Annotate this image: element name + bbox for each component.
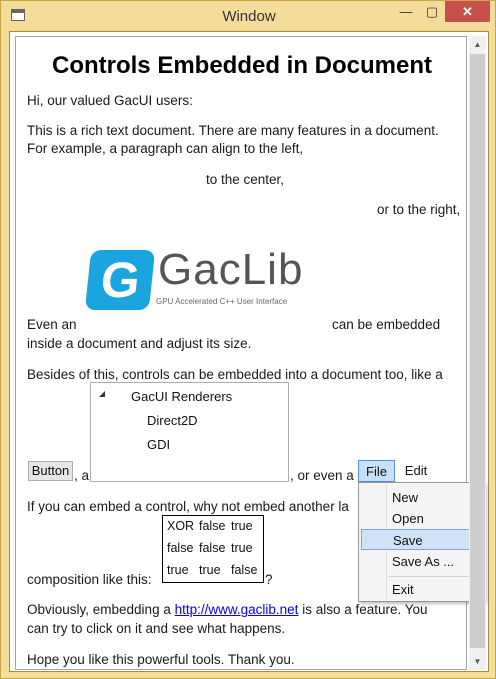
paragraph-text: Obviously, embedding a http://www.gaclib… bbox=[27, 601, 428, 619]
paragraph-text: ? bbox=[265, 572, 273, 587]
menu-file[interactable]: File bbox=[358, 460, 395, 482]
client-area: Controls Embedded in Document Hi, our va… bbox=[9, 31, 489, 672]
tree-node[interactable]: GDI bbox=[147, 437, 170, 452]
paragraph-text: For example, a paragraph can align to th… bbox=[27, 141, 304, 156]
right-aligned-text: or to the right, bbox=[377, 202, 461, 217]
title-bar[interactable]: Window — ▢ ✕ bbox=[1, 1, 496, 31]
table-cell: true bbox=[199, 563, 221, 577]
logo-letter: G bbox=[98, 252, 143, 308]
scroll-up-icon[interactable]: ▲ bbox=[469, 36, 486, 53]
menu-item-exit[interactable]: Exit bbox=[361, 579, 482, 600]
tree-view[interactable]: GacUI Renderers Direct2D GDI bbox=[90, 382, 289, 482]
link-prefix: Obviously, embedding a bbox=[27, 602, 171, 617]
embedded-button[interactable]: Button bbox=[28, 461, 73, 481]
scroll-down-icon[interactable]: ▼ bbox=[469, 653, 486, 670]
menu-item-open[interactable]: Open bbox=[361, 508, 482, 529]
table-cell: true bbox=[167, 563, 189, 577]
paragraph-text: Even an bbox=[27, 317, 77, 332]
paragraph-text: If you can embed a control, why not embe… bbox=[27, 499, 349, 514]
table-cell: false bbox=[231, 563, 258, 577]
logo-name: GacLib bbox=[158, 245, 304, 294]
document-heading: Controls Embedded in Document bbox=[51, 52, 432, 79]
link-suffix: is also a feature. You bbox=[302, 602, 428, 617]
closing-text: Hope you like this powerful tools. Thank… bbox=[27, 652, 295, 667]
window-frame: Window — ▢ ✕ Controls Embedded in Docume… bbox=[0, 0, 496, 679]
paragraph-text: can try to click on it and see what happ… bbox=[27, 621, 286, 636]
tree-node[interactable]: Direct2D bbox=[147, 413, 198, 428]
logo-tagline: GPU Accelerated C++ User Interface bbox=[156, 297, 288, 306]
paragraph-text: inside a document and adjust its size. bbox=[27, 336, 252, 351]
paragraph-text: can be embedded bbox=[332, 317, 441, 332]
table-cell: false bbox=[199, 541, 226, 555]
table-cell: false bbox=[167, 541, 194, 555]
table-cell: false bbox=[199, 519, 226, 533]
tree-node[interactable]: GacUI Renderers bbox=[131, 389, 232, 404]
close-button[interactable]: ✕ bbox=[445, 1, 490, 22]
vertical-scrollbar[interactable]: ▲ ▼ bbox=[469, 36, 486, 670]
minimize-button[interactable]: — bbox=[393, 1, 419, 22]
document-viewer[interactable]: Controls Embedded in Document Hi, our va… bbox=[15, 36, 485, 670]
centered-text: to the center, bbox=[206, 172, 285, 187]
gaclib-logo-icon: G bbox=[84, 250, 156, 310]
gaclib-link[interactable]: http://www.gaclib.net bbox=[175, 602, 299, 617]
table-cell: true bbox=[231, 519, 253, 533]
table-cell: XOR bbox=[167, 519, 195, 533]
menu-item-save[interactable]: Save bbox=[361, 529, 482, 550]
paragraph-text: This is a rich text document. There are … bbox=[27, 123, 439, 138]
table-cell: true bbox=[231, 541, 253, 555]
menu-edit[interactable]: Edit bbox=[396, 460, 436, 482]
greeting-text: Hi, our valued GacUI users: bbox=[27, 93, 193, 108]
paragraph-text: composition like this: bbox=[27, 572, 152, 587]
scroll-thumb[interactable] bbox=[470, 54, 485, 648]
maximize-button[interactable]: ▢ bbox=[419, 1, 445, 22]
collapse-arrow-icon[interactable] bbox=[99, 391, 105, 397]
file-menu-dropdown: New Open Save Save As ... Exit bbox=[358, 482, 485, 602]
menu-item-save-as[interactable]: Save As ... bbox=[361, 551, 482, 572]
menu-item-new[interactable]: New bbox=[361, 487, 482, 508]
paragraph-text: , or even a bbox=[290, 468, 354, 483]
embedded-table: XOR false true false false true true tru… bbox=[162, 515, 264, 583]
paragraph-text: , a bbox=[74, 468, 90, 483]
